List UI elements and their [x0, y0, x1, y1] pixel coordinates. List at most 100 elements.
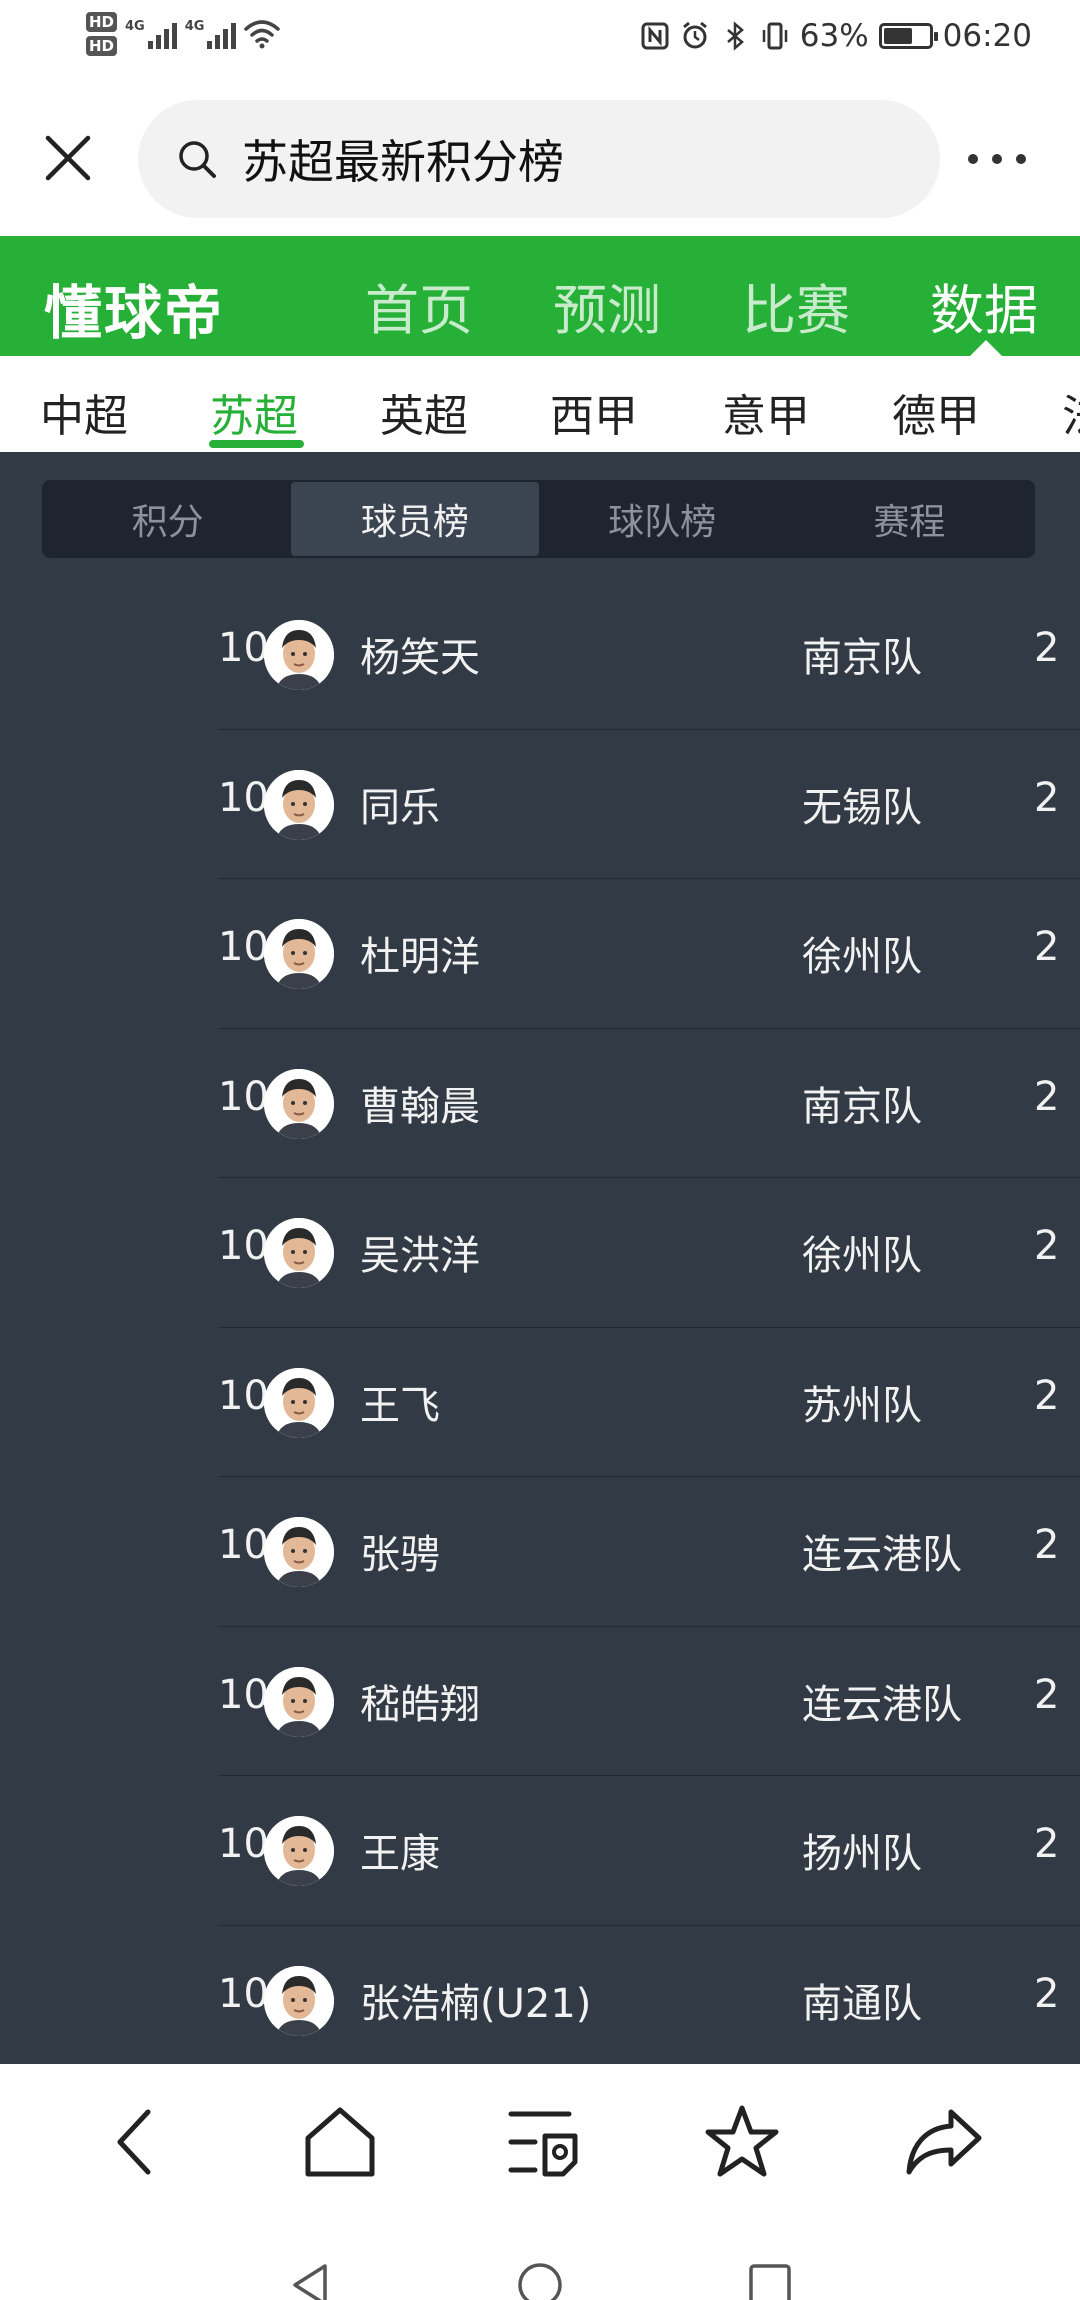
site-nav: 懂球帝 首页 预测 比赛 数据 [0, 236, 1080, 356]
search-row: 苏超最新积分榜 [0, 80, 1080, 236]
player-goals: 2 [1034, 1372, 1060, 1419]
segment-schedule[interactable]: 赛程 [786, 482, 1033, 556]
browser-toolbar [0, 2064, 1080, 2220]
search-input[interactable]: 苏超最新积分榜 [138, 100, 940, 218]
player-face-icon [264, 1068, 334, 1139]
player-team: 连云港队 [802, 1681, 962, 1728]
player-row[interactable]: 10 曹翰晨 南京队 2 [0, 1029, 1080, 1179]
tab-matches[interactable]: 比赛 [742, 266, 850, 345]
player-name: 嵇皓翔 [360, 1681, 480, 1728]
league-tab-bundesliga[interactable]: 德甲 [892, 380, 980, 444]
system-nav-bar [0, 2220, 1080, 2300]
player-name: 杜明洋 [360, 934, 480, 980]
tab-predict[interactable]: 预测 [553, 266, 661, 345]
home-button[interactable] [300, 2102, 380, 2182]
player-goals: 2 [1034, 625, 1060, 671]
player-avatar [264, 1517, 334, 1587]
player-goals: 2 [1034, 1522, 1060, 1568]
player-row[interactable]: 10 杜明洋 徐州队 2 [0, 879, 1080, 1029]
segment-standings[interactable]: 积分 [44, 482, 291, 556]
player-row[interactable]: 10 吴洪洋 徐州队 2 [0, 1178, 1080, 1328]
player-row[interactable]: 10 杨笑天 南京队 2 [0, 580, 1080, 730]
player-rank-list: 10 杨笑天 南京队 2 10 同乐 无锡队 2 10 杜明洋 徐州队 2 10 曹翰晨 南京队 2 10 吴洪洋… [0, 580, 1080, 2064]
clock: 06:20 [942, 18, 1032, 54]
system-back-button[interactable] [285, 2260, 335, 2300]
more-options-icon[interactable] [968, 144, 1068, 174]
system-home-button[interactable] [515, 2260, 565, 2300]
player-avatar [264, 1218, 334, 1288]
bluetooth-icon [726, 21, 744, 51]
status-bar: HD HD 4G 4G 63% 06:20 [0, 0, 1080, 80]
league-active-underline [209, 440, 304, 448]
player-team: 南京队 [802, 635, 922, 681]
network-type-1: 4G [125, 19, 145, 34]
favorite-button[interactable] [702, 2102, 782, 2182]
player-avatar [264, 1965, 334, 2036]
home-icon [305, 2107, 375, 2177]
player-name: 张骋 [360, 1532, 440, 1578]
player-goals: 2 [1034, 1821, 1060, 1867]
player-row[interactable]: 10 同乐 无锡队 2 [0, 730, 1080, 880]
player-goals: 2 [1034, 1223, 1060, 1269]
league-tab-jiangsu[interactable]: 苏超 [210, 380, 298, 444]
player-team: 苏州队 [802, 1382, 922, 1429]
league-tab-laliga[interactable]: 西甲 [550, 380, 638, 444]
player-row[interactable]: 10 张浩楠(U21) 南通队 2 [0, 1926, 1080, 2065]
system-recents-button[interactable] [745, 2260, 795, 2300]
player-avatar [264, 1666, 334, 1737]
player-name: 王康 [360, 1831, 440, 1877]
segment-team-rank[interactable]: 球队榜 [539, 482, 786, 556]
tab-home[interactable]: 首页 [365, 266, 473, 345]
player-name: 杨笑天 [360, 635, 480, 681]
player-team: 徐州队 [802, 1233, 922, 1279]
player-face-icon [264, 1218, 334, 1288]
player-name: 张浩楠(U21) [360, 1980, 592, 2027]
segment-player-rank[interactable]: 球员榜 [291, 482, 539, 556]
player-row[interactable]: 10 王康 扬州队 2 [0, 1776, 1080, 1926]
square-recents-icon [749, 2264, 791, 2300]
battery-percent: 63% [799, 18, 869, 54]
back-button[interactable] [98, 2102, 178, 2182]
league-tab-seriea[interactable]: 意甲 [722, 380, 810, 444]
player-team: 南通队 [802, 1980, 922, 2027]
player-avatar [264, 919, 334, 989]
search-icon [179, 141, 216, 178]
player-row[interactable]: 10 王飞 苏州队 2 [0, 1328, 1080, 1478]
stats-segment-control: 积分 球员榜 球队榜 赛程 [42, 480, 1035, 558]
league-tab-csl[interactable]: 中超 [40, 380, 128, 444]
active-tab-indicator [970, 340, 1002, 356]
player-rank: 10 [218, 1970, 269, 2017]
league-tab-epl[interactable]: 英超 [380, 380, 468, 444]
league-tab-ligue1[interactable]: 法甲 [1062, 380, 1080, 444]
stats-panel: 积分 球员榜 球队榜 赛程 10 杨笑天 南京队 2 10 同乐 无锡队 2 10 杜明洋 徐州队 2… [0, 452, 1080, 2064]
player-goals: 2 [1034, 924, 1060, 970]
player-rank: 10 [218, 625, 269, 671]
player-row[interactable]: 10 嵇皓翔 连云港队 2 [0, 1627, 1080, 1777]
player-team: 徐州队 [802, 934, 922, 980]
player-rank: 10 [218, 1522, 269, 1568]
hd-badge-1: HD [86, 12, 118, 32]
share-button[interactable] [905, 2102, 985, 2182]
network-type-2: 4G [184, 19, 205, 34]
player-rank: 10 [218, 1821, 269, 1867]
tab-data[interactable]: 数据 [930, 266, 1038, 345]
player-face-icon [264, 1965, 334, 2036]
circle-home-icon [518, 2263, 562, 2300]
player-team: 连云港队 [802, 1532, 962, 1578]
star-icon [705, 2105, 779, 2177]
system-indicators: 63% 06:20 [640, 18, 1032, 54]
close-icon[interactable] [40, 130, 96, 186]
tabs-button[interactable] [505, 2102, 585, 2182]
battery-icon [878, 23, 938, 49]
player-avatar [264, 769, 334, 840]
player-rank: 10 [218, 1223, 269, 1269]
share-icon [906, 2109, 982, 2175]
player-goals: 2 [1034, 1671, 1060, 1718]
tabs-list-icon [508, 2111, 578, 2177]
player-team: 扬州队 [802, 1831, 922, 1877]
player-row[interactable]: 10 张骋 连云港队 2 [0, 1477, 1080, 1627]
signal-icon-2: 4G [185, 19, 237, 49]
player-name: 曹翰晨 [360, 1083, 480, 1130]
brand-logo[interactable]: 懂球帝 [44, 266, 224, 350]
nfc-icon [641, 22, 669, 50]
